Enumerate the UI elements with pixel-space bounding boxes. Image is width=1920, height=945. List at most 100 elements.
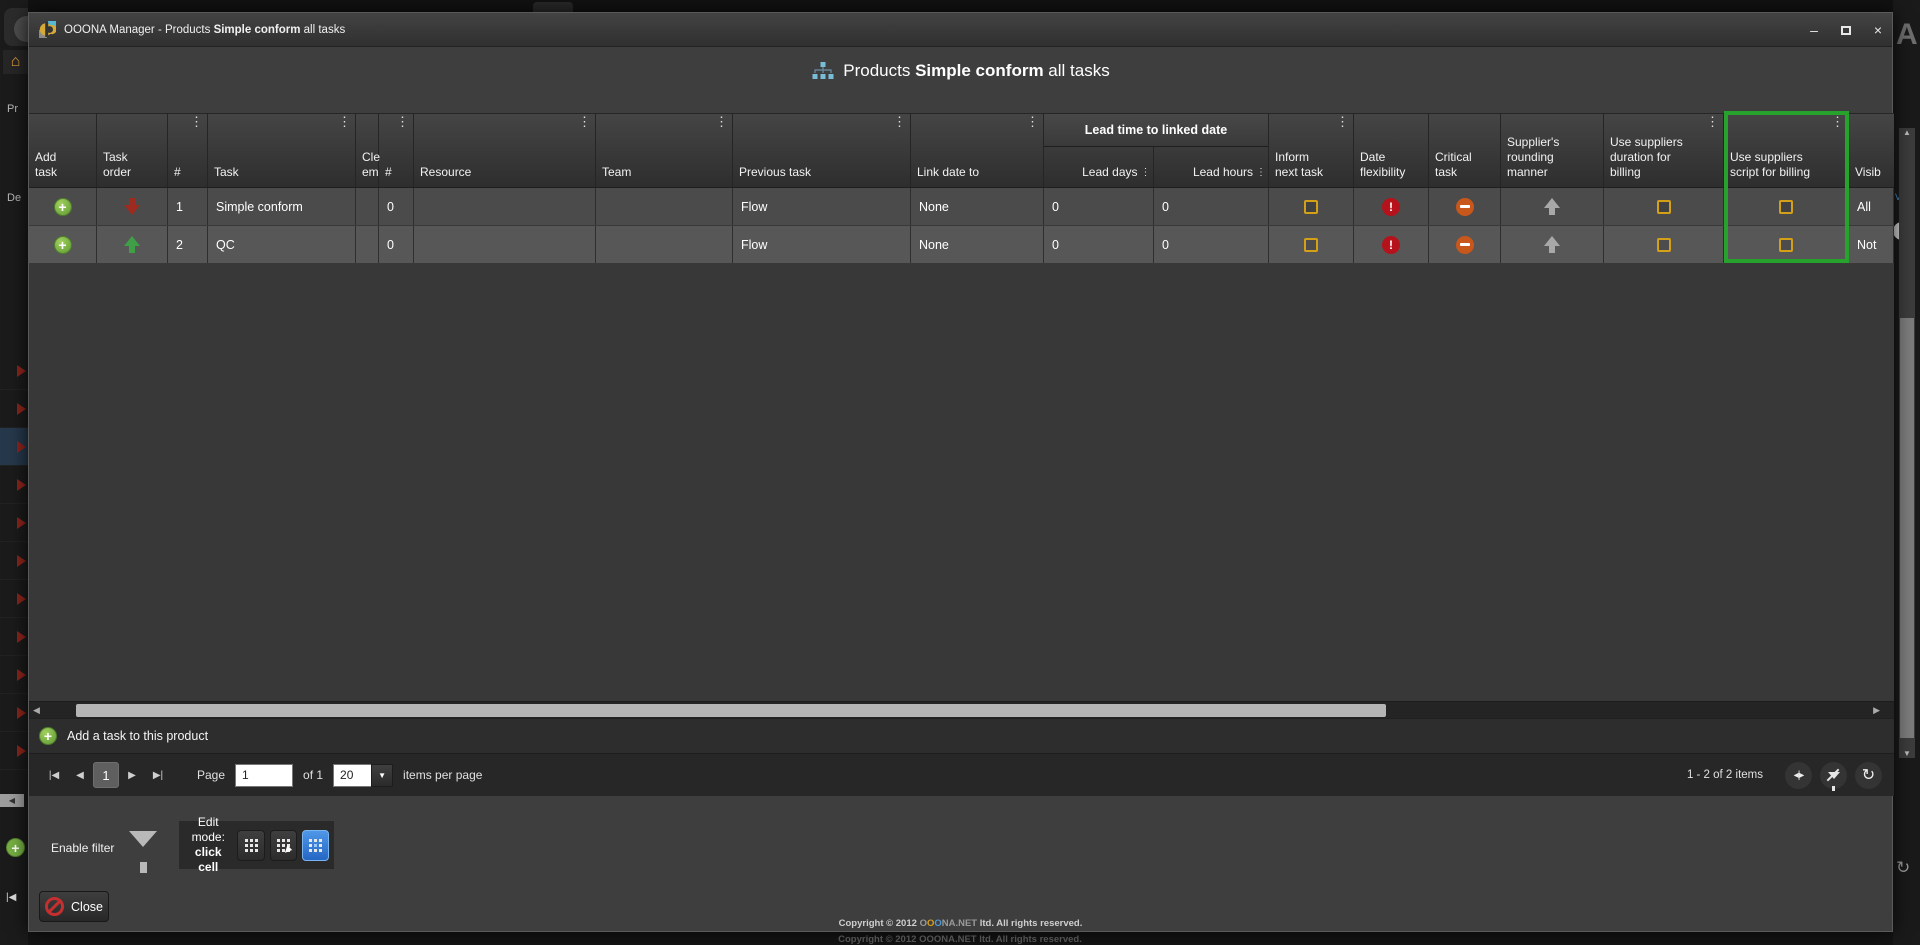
- checkbox-icon[interactable]: [1779, 200, 1793, 214]
- fit-columns-button[interactable]: ◂|▸: [1785, 762, 1812, 789]
- add-task-cell[interactable]: +: [29, 226, 97, 263]
- lead-days-cell[interactable]: 0: [1044, 188, 1154, 225]
- team-cell[interactable]: [596, 226, 733, 263]
- column-menu-icon[interactable]: ⋮: [396, 116, 409, 128]
- column-header-number[interactable]: ⋮#: [168, 114, 208, 187]
- round-up-icon[interactable]: [1544, 236, 1560, 253]
- close-window-button[interactable]: ×: [1863, 13, 1893, 47]
- inform-next-task-cell[interactable]: [1269, 226, 1354, 263]
- link-date-to-cell[interactable]: None: [911, 188, 1044, 225]
- checkbox-icon[interactable]: [1657, 238, 1671, 252]
- column-menu-icon[interactable]: ⋮: [715, 116, 728, 128]
- column-menu-icon[interactable]: ⋮: [1026, 116, 1039, 128]
- maximize-button[interactable]: [1831, 13, 1861, 47]
- scroll-left-icon[interactable]: ◀: [33, 705, 40, 716]
- task-order-cell[interactable]: [97, 226, 168, 263]
- link-date-to-cell[interactable]: None: [911, 226, 1044, 263]
- refresh-button[interactable]: ↻: [1855, 762, 1882, 789]
- page-number-input[interactable]: [235, 764, 293, 787]
- team-cell[interactable]: [596, 188, 733, 225]
- critical-task-cell[interactable]: [1429, 188, 1501, 225]
- resource-cell[interactable]: [414, 188, 596, 225]
- checkbox-icon[interactable]: [1304, 238, 1318, 252]
- add-task-cell[interactable]: +: [29, 188, 97, 225]
- lead-hours-cell[interactable]: 0: [1154, 188, 1269, 225]
- clear-filter-button[interactable]: [1820, 762, 1847, 789]
- add-icon[interactable]: +: [54, 236, 72, 254]
- column-menu-icon[interactable]: ⋮: [1831, 116, 1844, 128]
- column-header-team[interactable]: ⋮Team: [596, 114, 733, 187]
- count-cell[interactable]: 0: [379, 188, 414, 225]
- column-header-duration-billing[interactable]: ⋮Use suppliersduration forbilling: [1604, 114, 1724, 187]
- alert-icon[interactable]: !: [1382, 198, 1400, 216]
- lead-days-cell[interactable]: 0: [1044, 226, 1154, 263]
- previous-page-button[interactable]: ◀: [67, 762, 93, 788]
- column-header-resource[interactable]: ⋮Resource: [414, 114, 596, 187]
- script-billing-cell[interactable]: [1724, 188, 1849, 225]
- duration-billing-cell[interactable]: [1604, 188, 1724, 225]
- suppliers-rounding-cell[interactable]: [1501, 226, 1604, 263]
- column-header-inform-next-task[interactable]: ⋮Informnext task: [1269, 114, 1354, 187]
- resource-cell[interactable]: [414, 226, 596, 263]
- lead-hours-cell[interactable]: 0: [1154, 226, 1269, 263]
- horizontal-scrollbar[interactable]: ◀ ▶: [29, 701, 1894, 718]
- column-header-critical-task[interactable]: Criticaltask: [1429, 114, 1501, 187]
- column-menu-icon[interactable]: ⋮: [1256, 165, 1266, 180]
- column-header-clear-empty[interactable]: Cleem: [356, 114, 379, 187]
- move-down-icon[interactable]: [124, 198, 140, 215]
- column-header-link-date-to[interactable]: ⋮Link date to: [911, 114, 1044, 187]
- no-entry-icon[interactable]: [1456, 198, 1474, 216]
- checkbox-icon[interactable]: [1779, 238, 1793, 252]
- scroll-right-icon[interactable]: ▶: [1873, 705, 1880, 716]
- visible-cell[interactable]: Not: [1849, 226, 1894, 263]
- critical-task-cell[interactable]: [1429, 226, 1501, 263]
- task-name-cell[interactable]: QC: [208, 226, 356, 263]
- last-page-button[interactable]: ▶|: [145, 762, 171, 788]
- next-page-button[interactable]: ▶: [119, 762, 145, 788]
- row-number-cell[interactable]: 2: [168, 226, 208, 263]
- clear-empty-cell[interactable]: [356, 188, 379, 225]
- column-header-task-order[interactable]: Taskorder: [97, 114, 168, 187]
- no-entry-icon[interactable]: [1456, 236, 1474, 254]
- clear-empty-cell[interactable]: [356, 226, 379, 263]
- add-icon[interactable]: +: [54, 198, 72, 216]
- date-flexibility-cell[interactable]: !: [1354, 188, 1429, 225]
- column-header-previous-task[interactable]: ⋮Previous task: [733, 114, 911, 187]
- filter-funnel-icon[interactable]: [129, 831, 157, 847]
- column-header-script-billing[interactable]: ⋮Use suppliersscript for billing: [1724, 114, 1849, 187]
- edit-mode-cell-button-selected[interactable]: [302, 830, 329, 861]
- suppliers-rounding-cell[interactable]: [1501, 188, 1604, 225]
- column-header-task[interactable]: ⋮Task: [208, 114, 356, 187]
- edit-mode-grid-button[interactable]: [237, 830, 264, 861]
- column-header-count[interactable]: ⋮#: [379, 114, 414, 187]
- script-billing-cell[interactable]: [1724, 226, 1849, 263]
- inform-next-task-cell[interactable]: [1269, 188, 1354, 225]
- count-cell[interactable]: 0: [379, 226, 414, 263]
- column-header-date-flexibility[interactable]: Dateflexibility: [1354, 114, 1429, 187]
- current-page-button[interactable]: 1: [93, 762, 119, 788]
- column-header-suppliers-rounding[interactable]: Supplier'sroundingmanner: [1501, 114, 1604, 187]
- column-header-lead-days[interactable]: Lead days⋮: [1044, 147, 1154, 187]
- previous-task-cell[interactable]: Flow: [733, 188, 911, 225]
- row-number-cell[interactable]: 1: [168, 188, 208, 225]
- previous-task-cell[interactable]: Flow: [733, 226, 911, 263]
- checkbox-icon[interactable]: [1304, 200, 1318, 214]
- first-page-button[interactable]: |◀: [41, 762, 67, 788]
- column-menu-icon[interactable]: ⋮: [893, 116, 906, 128]
- column-menu-icon[interactable]: ⋮: [190, 116, 203, 128]
- column-menu-icon[interactable]: ⋮: [1706, 116, 1719, 128]
- task-order-cell[interactable]: [97, 188, 168, 225]
- move-up-icon[interactable]: [124, 236, 140, 253]
- checkbox-icon[interactable]: [1657, 200, 1671, 214]
- visible-cell[interactable]: All: [1849, 188, 1894, 225]
- column-menu-icon[interactable]: ⋮: [1336, 116, 1349, 128]
- add-task-to-product-button[interactable]: + Add a task to this product: [29, 718, 1894, 753]
- scrollbar-thumb[interactable]: [76, 704, 1386, 717]
- duration-billing-cell[interactable]: [1604, 226, 1724, 263]
- column-menu-icon[interactable]: ⋮: [1141, 165, 1151, 180]
- minimize-button[interactable]: –: [1799, 13, 1829, 47]
- alert-icon[interactable]: !: [1382, 236, 1400, 254]
- column-header-visible[interactable]: Visib: [1849, 114, 1894, 187]
- column-header-lead-hours[interactable]: Lead hours⋮: [1154, 147, 1268, 187]
- items-per-page-select[interactable]: 20 ▼: [333, 764, 393, 787]
